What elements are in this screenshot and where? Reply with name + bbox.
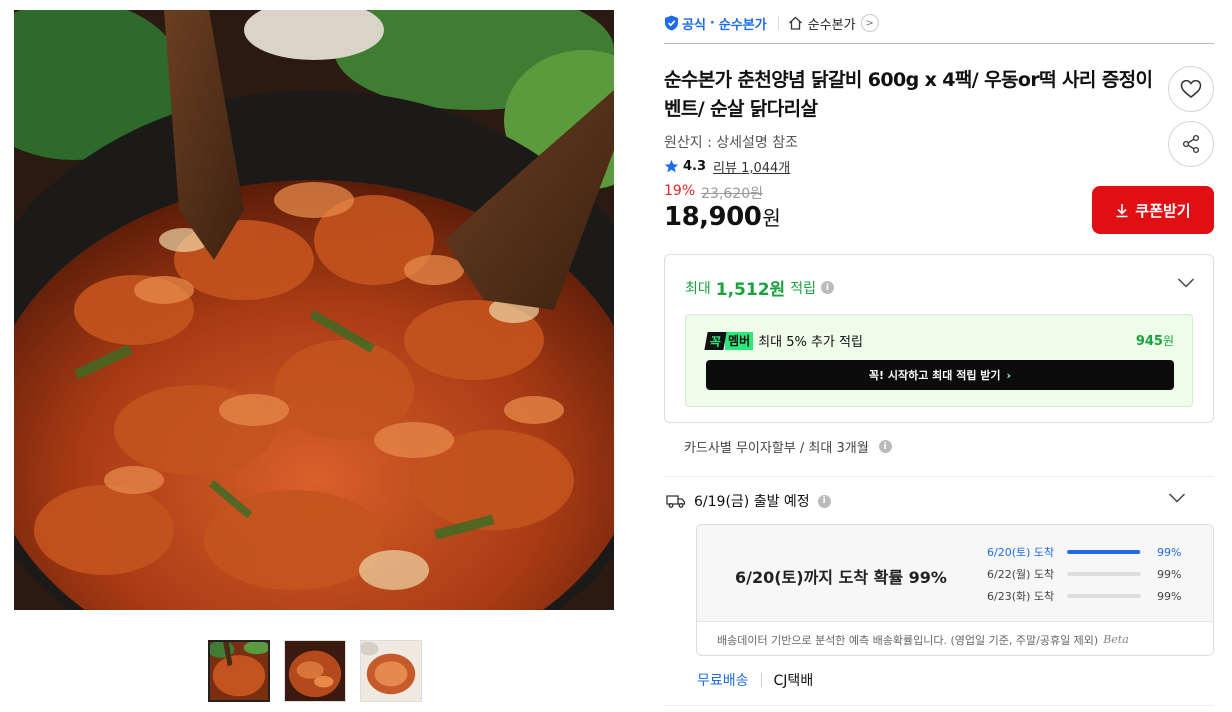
shipping-tags: 무료배송 CJ택배 [697,670,813,690]
member-benefit-box: 꼭 멤버 최대 5% 추가 적립 945원 꼭! 시작하고 최대 적립 받기 › [685,314,1193,407]
download-icon [1116,203,1128,217]
member-badge-second: 멤버 [725,331,754,350]
header-divider [664,43,1214,44]
arrival-row: 6/23(화) 도착 99% [987,585,1197,607]
points-prefix: 최대 [685,280,711,297]
carrier-label: CJ택배 [773,673,814,689]
member-badge: 꼭 멤버 [704,331,754,350]
thumbnail-1[interactable] [208,640,270,702]
review-link[interactable]: 리뷰 1,044개 [713,157,790,176]
review-count: 1,044개 [741,161,791,176]
chevron-down-icon[interactable] [1168,492,1186,504]
store-row: 공식 · 순수본가 순수본가 > [664,12,879,34]
info-icon[interactable]: i [878,440,892,453]
arrival-row: 6/20(토) 도착 99% [987,541,1197,563]
arrival-date: 6/20(토) 도착 [987,546,1055,559]
verified-shield-icon [665,15,678,31]
sale-price: 18,900 [664,202,762,232]
arrival-rows: 6/20(토) 도착 99% 6/22(월) 도착 99% 6/23(화) 도착… [987,541,1197,607]
rating-score: 4.3 [683,159,707,174]
arrival-probability-box: 6/20(토)까지 도착 확률 99% 6/20(토) 도착 99% 6/22(… [696,524,1214,656]
member-amount-currency: 원 [1162,334,1174,348]
product-title: 순수본가 춘천양념 닭갈비 600g x 4팩/ 우동or떡 사리 증정이벤트/… [664,69,1153,120]
arrival-footnote: 배송데이터 기반으로 분석한 예측 배송확률입니다. (영업일 기준, 주말/공… [697,621,1213,655]
arrival-date: 6/23(화) 도착 [987,590,1055,603]
thumbnail-3[interactable] [360,640,422,702]
star-icon [664,159,679,173]
arrival-row: 6/22(월) 도착 99% [987,563,1197,585]
free-shipping-label: 무료배송 [697,673,749,689]
section-divider [664,476,1214,477]
discount-row: 19% 23,620원 [664,183,763,203]
wishlist-button[interactable] [1168,66,1214,112]
member-badge-first: 꼭 [704,331,727,350]
rating-row: 4.3 리뷰 1,044개 [664,157,790,176]
bottom-divider [664,705,1214,706]
tag-divider [760,673,762,687]
coupon-label: 쿠폰받기 [1135,201,1191,220]
arrival-bar [1067,594,1141,598]
arrival-prob: 99% [1157,567,1182,581]
info-icon[interactable]: i [820,281,834,294]
member-row: 꼭 멤버 최대 5% 추가 적립 945원 [704,331,1174,350]
discount-rate: 19% [664,183,696,199]
store-divider [777,16,779,30]
member-start-button[interactable]: 꼭! 시작하고 최대 적립 받기 › [706,360,1174,390]
currency-unit: 원 [762,206,781,230]
installment-text: 카드사별 무이자할부 / 최대 3개월 [684,441,869,456]
points-summary[interactable]: 최대 1,512원 적립 i [685,275,834,300]
store-name: 순수본가 [807,17,856,33]
departure-text: 6/19(금) 출발 예정 [694,494,810,510]
review-label: 리뷰 [713,161,737,176]
chevron-down-icon[interactable] [1177,277,1195,289]
store-home-link[interactable]: 순수본가 > [788,14,879,33]
beta-label: Beta [1103,633,1129,646]
separator-dot: · [709,15,715,31]
installment-info: 카드사별 무이자할부 / 최대 3개월 i [684,437,892,456]
arrival-bar [1067,572,1141,576]
member-benefit-amount: 945원 [1136,332,1174,349]
arrival-bar-fill [1067,550,1141,554]
coupon-download-button[interactable]: 쿠폰받기 [1092,186,1214,234]
info-icon[interactable]: i [817,494,831,508]
member-benefit-text: 최대 5% 추가 적립 [758,335,863,350]
footnote-text: 배송데이터 기반으로 분석한 예측 배송확률입니다. (영업일 기준, 주말/공… [717,633,1099,647]
points-amount: 1,512원 [715,280,786,300]
arrival-prob: 99% [1157,545,1182,559]
heart-icon [1180,79,1202,98]
official-store-name: 순수본가 [718,17,767,33]
thumbnail-strip [208,640,422,702]
price-row: 18,900 원 [664,202,781,232]
share-icon [1182,134,1200,154]
points-panel: 최대 1,512원 적립 i 꼭 멤버 최대 5% 추가 적립 945원 꼭! … [664,254,1214,423]
arrival-date: 6/22(월) 도착 [987,568,1055,581]
truck-icon [666,495,686,508]
chevron-right-icon: › [1006,368,1012,382]
shipping-departure-row[interactable]: 6/19(금) 출발 예정 i [666,491,1214,511]
product-main-image [14,10,614,610]
origin-info: 원산지 : 상세설명 참조 [664,135,798,151]
arrival-bar [1067,550,1141,554]
official-store-link[interactable]: 공식 · 순수본가 [664,14,767,33]
arrival-main: 6/20(토)까지 도착 확률 99% 6/20(토) 도착 99% 6/22(… [697,525,1213,621]
arrival-prob: 99% [1157,589,1182,603]
member-start-label: 꼭! 시작하고 최대 적립 받기 [868,369,1001,382]
original-price: 23,620원 [701,186,763,202]
home-icon [788,16,802,30]
official-label: 공식 [682,17,706,33]
chevron-right-icon: > [860,14,879,32]
member-amount-value: 945 [1135,334,1163,349]
thumbnail-2[interactable] [284,640,346,702]
arrival-headline: 6/20(토)까지 도착 확률 99% [735,568,947,587]
share-button[interactable] [1168,121,1214,167]
points-suffix: 적립 [790,280,816,297]
